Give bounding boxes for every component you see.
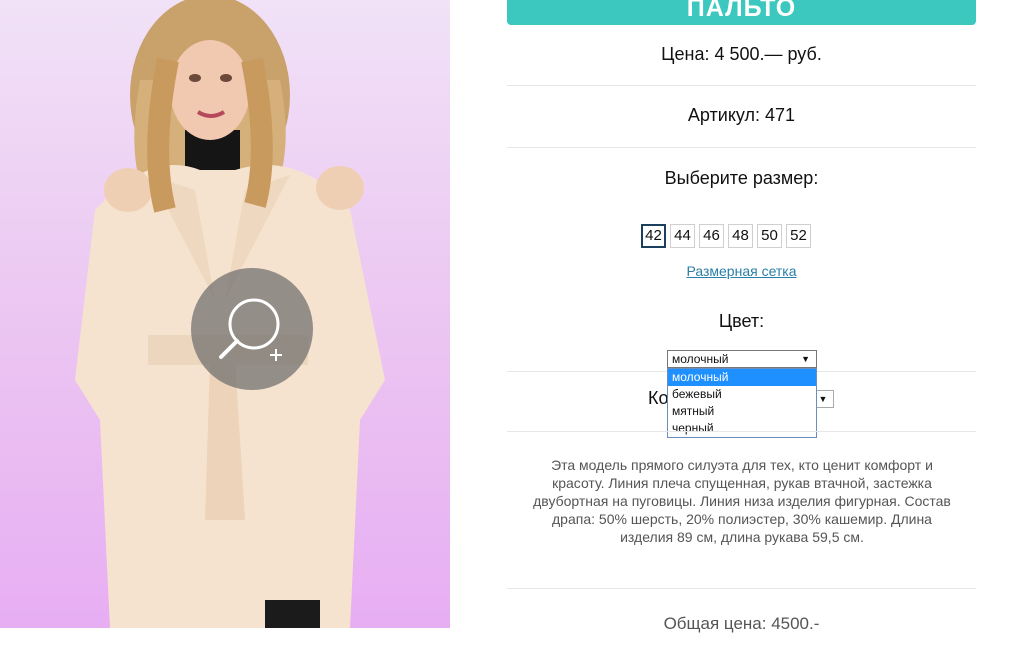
divider	[507, 431, 976, 432]
color-option-mint[interactable]: мятный	[668, 403, 816, 420]
size-chart-link[interactable]: Размерная сетка	[507, 263, 976, 279]
magnifier-plus-icon	[219, 298, 282, 361]
size-option-52[interactable]: 52	[786, 224, 811, 248]
color-label: Цвет:	[718, 311, 765, 331]
size-option-48[interactable]: 48	[728, 224, 753, 248]
color-option-milky[interactable]: молочный	[668, 369, 816, 386]
product-photo[interactable]	[0, 0, 450, 628]
color-select[interactable]: молочный ▼	[667, 350, 817, 368]
zoom-button[interactable]	[191, 268, 313, 390]
total-price: Общая цена: 4500.-	[663, 614, 820, 633]
color-option-beige[interactable]: бежевый	[668, 386, 816, 403]
chevron-down-icon: ▼	[818, 394, 828, 404]
price-text: Цена: 4 500.— руб.	[661, 44, 822, 64]
chevron-down-icon: ▼	[801, 354, 810, 364]
divider	[507, 588, 976, 589]
product-title: ПАЛЬТО	[507, 0, 976, 25]
color-dropdown-list: молочный бежевый мятный черный	[667, 368, 817, 438]
color-select-value: молочный	[672, 352, 729, 366]
size-option-44[interactable]: 44	[670, 224, 695, 248]
article-text: Артикул: 471	[687, 105, 796, 125]
quantity-label: Ко	[648, 388, 669, 408]
size-option-50[interactable]: 50	[757, 224, 782, 248]
color-option-black[interactable]: черный	[668, 420, 816, 437]
size-option-42[interactable]: 42	[641, 224, 666, 248]
size-selector: 42 44 46 48 50 52	[641, 224, 811, 248]
divider	[507, 147, 976, 148]
choose-size-label: Выберите размер:	[664, 168, 819, 188]
divider	[507, 85, 976, 86]
size-option-46[interactable]: 46	[699, 224, 724, 248]
product-description: Эта модель прямого силуэта для тех, кто …	[533, 457, 951, 545]
